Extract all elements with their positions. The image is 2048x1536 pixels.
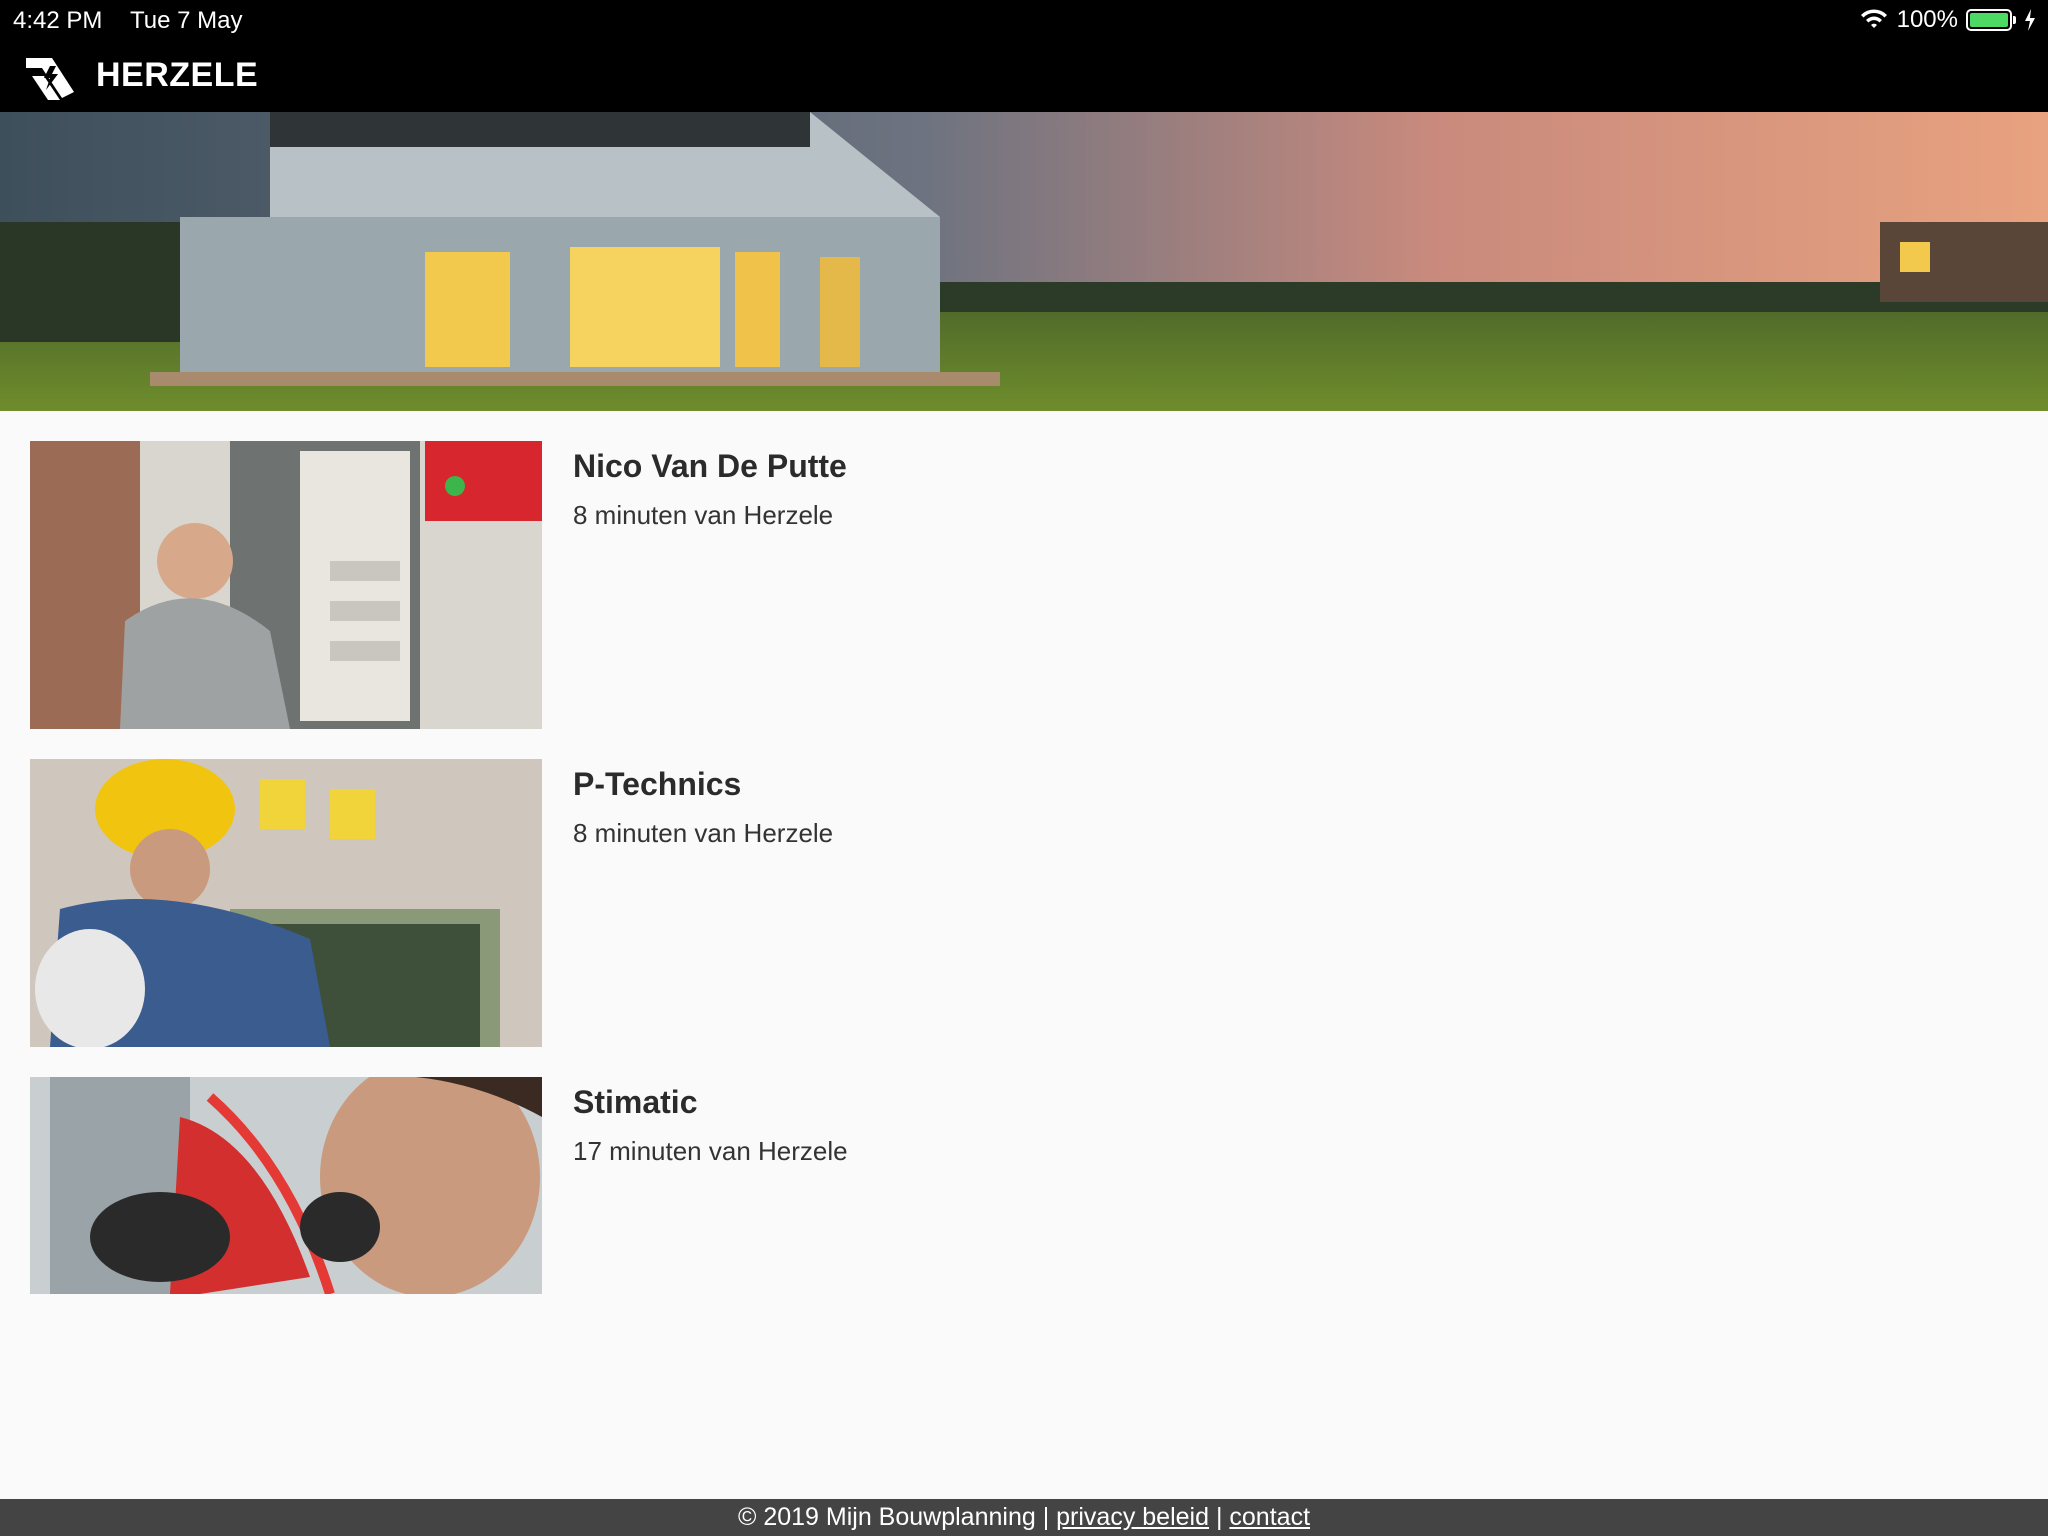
footer-copyright: © 2019 Mijn Bouwplanning | — [737, 1503, 1050, 1531]
contractor-info: Stimatic 17 minuten van Herzele — [573, 1077, 848, 1167]
footer-separator: | — [1215, 1503, 1223, 1531]
privacy-link[interactable]: privacy beleid — [1056, 1503, 1209, 1531]
battery-icon — [1966, 9, 2016, 31]
contractor-distance: 8 minuten van Herzele — [573, 818, 834, 848]
contractor-distance: 17 minuten van Herzele — [573, 1136, 848, 1166]
contractor-photo[interactable] — [30, 759, 542, 1047]
status-date: Tue 7 May — [130, 7, 243, 34]
contractor-name[interactable]: Stimatic — [573, 1084, 848, 1121]
contractor-info: P-Technics 8 minuten van Herzele — [573, 759, 833, 849]
list-item[interactable]: Nico Van De Putte 8 minuten van Herzele — [30, 441, 2020, 759]
contractor-info: Nico Van De Putte 8 minuten van Herzele — [573, 441, 847, 531]
contractor-list: Nico Van De Putte 8 minuten van Herzele … — [30, 441, 2020, 1395]
contact-link[interactable]: contact — [1229, 1503, 1310, 1531]
contractor-distance: 8 minuten van Herzele — [573, 500, 834, 530]
status-time: 4:42 PM — [13, 7, 103, 34]
list-item[interactable]: P-Technics 8 minuten van Herzele — [30, 759, 2020, 1077]
status-right: 100% — [1859, 6, 2036, 34]
nav-bar: HERZELE — [0, 42, 2048, 112]
page-title: HERZELE — [96, 56, 259, 94]
wifi-icon — [1860, 9, 1887, 28]
charging-icon — [2025, 9, 2035, 31]
contractor-name[interactable]: P-Technics — [573, 766, 833, 803]
contractor-photo[interactable] — [30, 441, 542, 729]
list-item[interactable]: Stimatic 17 minuten van Herzele — [30, 1077, 2020, 1395]
contractor-photo[interactable] — [30, 1077, 542, 1294]
status-bar: 4:42 PM Tue 7 May 100% — [0, 0, 2048, 42]
hero-image — [0, 112, 2048, 411]
battery-percent: 100% — [1896, 6, 1958, 33]
logo-icon[interactable] — [22, 52, 78, 102]
contractor-name[interactable]: Nico Van De Putte — [573, 448, 847, 485]
footer: © 2019 Mijn Bouwplanning | privacy belei… — [0, 1499, 2048, 1536]
